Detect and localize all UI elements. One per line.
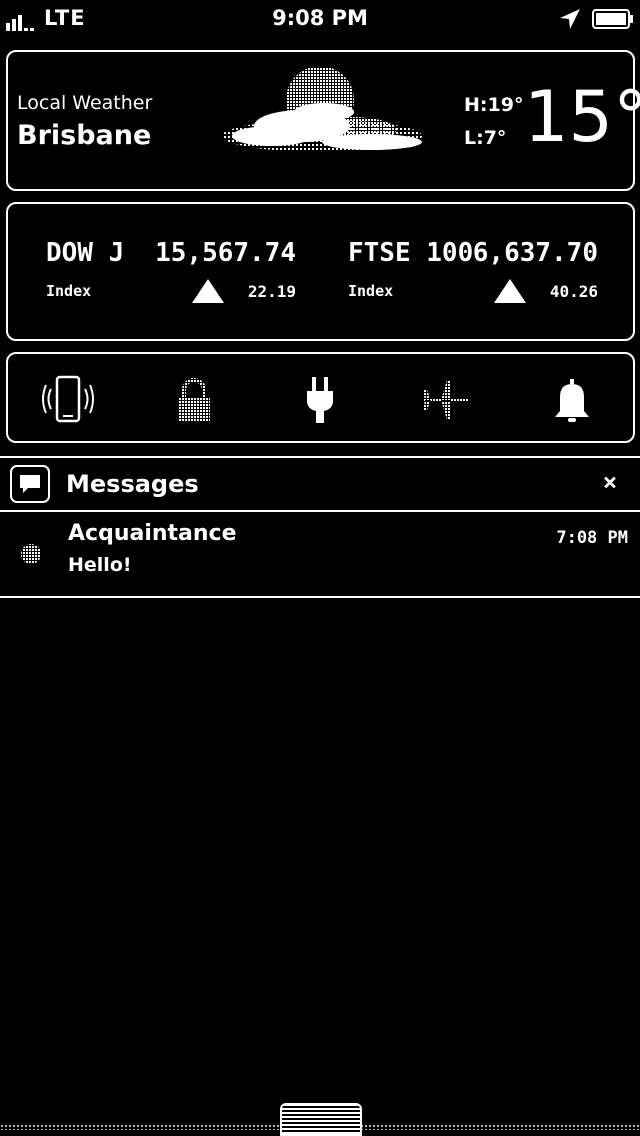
stock-item[interactable]: DOW J 15,567.74 Index 22.19 (46, 238, 296, 308)
messages-app-icon (10, 465, 50, 503)
stock-value: 15,567.74 (155, 238, 296, 268)
quick-toggles (6, 352, 635, 443)
bell-icon (555, 379, 589, 422)
up-arrow-icon (192, 279, 224, 303)
battery-icon (592, 9, 633, 29)
power-toggle[interactable] (292, 374, 348, 426)
message-body: Hello! (68, 554, 132, 576)
stock-type: Index (46, 282, 92, 300)
weather-label: Local Weather (17, 92, 153, 114)
weather-widget[interactable]: Local Weather Brisbane H:19° L:7° 15° (6, 50, 640, 191)
notification-group-header[interactable]: Messages × (0, 456, 640, 512)
stock-value: 6,637.70 (472, 238, 598, 268)
close-icon[interactable]: × (598, 470, 622, 494)
vibrate-icon (42, 375, 94, 423)
weather-high: H:19° (464, 94, 524, 116)
lock-icon (178, 378, 210, 421)
airplane-mode-toggle[interactable] (418, 374, 474, 426)
stock-name: FTSE 100 (348, 238, 474, 268)
notification-center: LTE 9:08 PM Local Weather Brisbane H:19°… (0, 0, 640, 1136)
partly-cloudy-icon (222, 68, 422, 152)
stocks-widget[interactable]: DOW J 15,567.74 Index 22.19 FTSE 100 6,6… (6, 202, 635, 341)
stock-change: 40.26 (549, 282, 598, 301)
vibrate-toggle[interactable] (40, 374, 96, 426)
unread-indicator-icon (21, 544, 41, 564)
up-arrow-icon (494, 279, 526, 303)
stock-name: DOW J (46, 238, 125, 268)
message-sender: Acquaintance (68, 521, 237, 546)
notification-item[interactable]: Acquaintance Hello! 7:08 PM (0, 512, 640, 598)
stock-change: 22.19 (247, 282, 296, 301)
weather-city: Brisbane (17, 120, 152, 151)
weather-temperature: 15° (524, 76, 640, 158)
stock-type: Index (348, 282, 394, 300)
message-time: 7:08 PM (556, 528, 628, 548)
stock-item[interactable]: FTSE 100 6,637.70 Index 40.26 (348, 238, 598, 308)
weather-low: L:7° (464, 127, 507, 149)
drag-handle[interactable] (280, 1103, 362, 1136)
location-arrow-icon (560, 9, 580, 29)
speech-bubble-icon (20, 475, 40, 493)
status-bar: LTE 9:08 PM (0, 0, 640, 40)
power-plug-icon (307, 377, 333, 423)
status-time: 9:08 PM (272, 6, 368, 30)
lock-toggle[interactable] (166, 374, 222, 426)
notifications-toggle[interactable] (544, 374, 600, 426)
notification-app-title: Messages (66, 470, 199, 498)
airplane-icon (423, 380, 469, 420)
